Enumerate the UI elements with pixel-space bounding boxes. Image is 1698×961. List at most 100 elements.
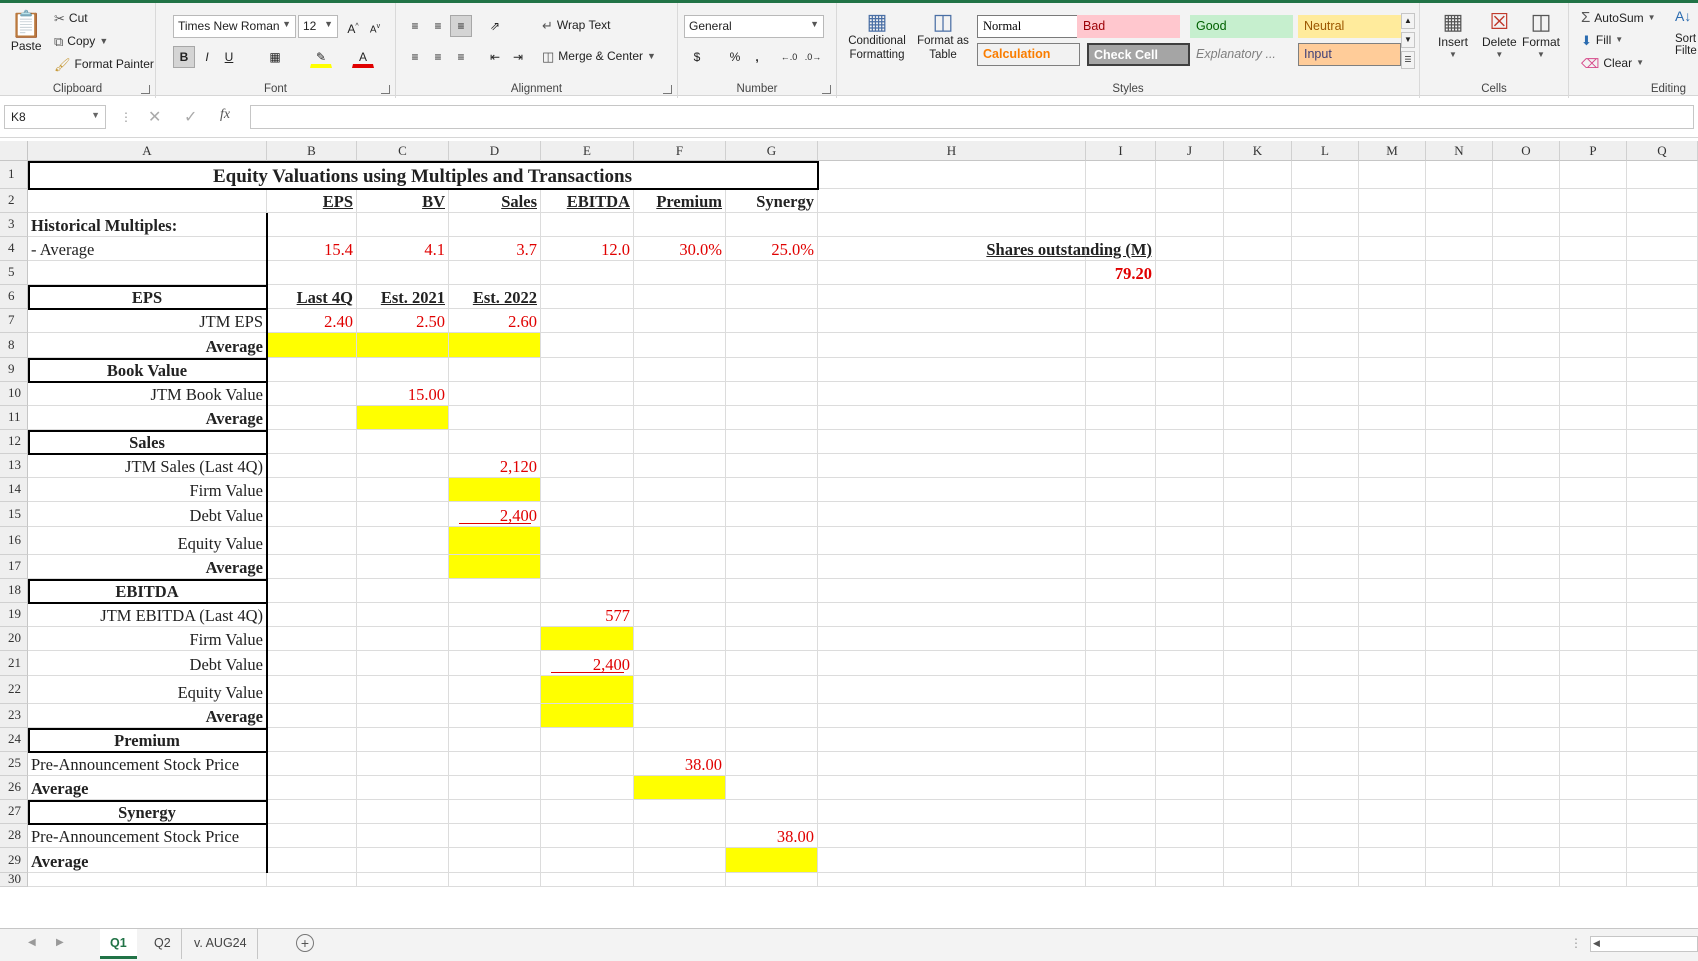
cell-o15[interactable]: [1493, 502, 1560, 527]
worksheet-grid[interactable]: ABCDEFGHIJKLMNOPQR 123456789101112131415…: [0, 138, 1698, 928]
cell-a8[interactable]: Average: [28, 333, 267, 358]
cell-a29[interactable]: Average: [28, 848, 267, 873]
cell-k17[interactable]: [1224, 555, 1292, 579]
cell-l9[interactable]: [1292, 358, 1359, 382]
cell-n4[interactable]: [1426, 237, 1493, 261]
align-center-icon[interactable]: ≡: [427, 46, 449, 68]
cell-a5[interactable]: [28, 261, 267, 285]
cell-g27[interactable]: [726, 800, 818, 824]
cell-n1[interactable]: [1426, 161, 1493, 189]
cell-c23[interactable]: [357, 704, 449, 728]
cell-l2[interactable]: [1292, 189, 1359, 213]
cell-b29[interactable]: [267, 848, 357, 873]
cell-j25[interactable]: [1156, 752, 1224, 776]
cell-l16[interactable]: [1292, 527, 1359, 555]
column-header-e[interactable]: E: [541, 141, 634, 161]
cell-n3[interactable]: [1426, 213, 1493, 237]
cell-g10[interactable]: [726, 382, 818, 406]
cell-j28[interactable]: [1156, 824, 1224, 848]
cell-c19[interactable]: [357, 603, 449, 627]
cell-d12[interactable]: [449, 430, 541, 454]
underline-button[interactable]: U: [218, 46, 240, 68]
cell-c29[interactable]: [357, 848, 449, 873]
name-box[interactable]: K8 ▼: [4, 105, 106, 129]
row-header-5[interactable]: 5: [0, 261, 28, 285]
cell-q14[interactable]: [1627, 478, 1698, 502]
cell-i13[interactable]: [1086, 454, 1156, 478]
cell-d13[interactable]: 2,120: [449, 454, 541, 478]
gallery-scroll-down-icon[interactable]: ▼: [1401, 32, 1415, 48]
row-header-14[interactable]: 14: [0, 478, 28, 502]
cell-p1[interactable]: [1560, 161, 1627, 189]
cell-g30[interactable]: [726, 873, 818, 887]
cell-d28[interactable]: [449, 824, 541, 848]
cell-f13[interactable]: [634, 454, 726, 478]
cell-e29[interactable]: [541, 848, 634, 873]
cell-g17[interactable]: [726, 555, 818, 579]
cell-p29[interactable]: [1560, 848, 1627, 873]
cell-b6[interactable]: Last 4Q: [267, 285, 357, 309]
cell-q18[interactable]: [1627, 579, 1698, 603]
cell-k29[interactable]: [1224, 848, 1292, 873]
cell-h9[interactable]: [818, 358, 1086, 382]
cell-q13[interactable]: [1627, 454, 1698, 478]
cell-h22[interactable]: [818, 676, 1086, 704]
number-launcher-icon[interactable]: [822, 85, 831, 94]
cell-q6[interactable]: [1627, 285, 1698, 309]
sheet-tab-q1[interactable]: Q1: [100, 929, 137, 959]
cell-k13[interactable]: [1224, 454, 1292, 478]
align-middle-icon[interactable]: ≡: [427, 15, 449, 37]
cell-l14[interactable]: [1292, 478, 1359, 502]
cell-j7[interactable]: [1156, 309, 1224, 333]
cell-n14[interactable]: [1426, 478, 1493, 502]
cell-b30[interactable]: [267, 873, 357, 887]
cell-f15[interactable]: [634, 502, 726, 527]
cell-k6[interactable]: [1224, 285, 1292, 309]
cell-e7[interactable]: [541, 309, 634, 333]
cell-c7[interactable]: 2.50: [357, 309, 449, 333]
cell-g6[interactable]: [726, 285, 818, 309]
cell-k11[interactable]: [1224, 406, 1292, 430]
cell-o2[interactable]: [1493, 189, 1560, 213]
cell-q21[interactable]: [1627, 651, 1698, 676]
currency-button[interactable]: $: [686, 46, 708, 68]
cell-j23[interactable]: [1156, 704, 1224, 728]
cell-k4[interactable]: [1224, 237, 1292, 261]
borders-icon[interactable]: ▦: [264, 46, 286, 68]
cell-b24[interactable]: [267, 728, 357, 752]
align-bottom-icon[interactable]: ≡: [450, 15, 472, 37]
increase-font-icon[interactable]: A^: [342, 16, 364, 38]
cell-j20[interactable]: [1156, 627, 1224, 651]
cell-i10[interactable]: [1086, 382, 1156, 406]
cell-f28[interactable]: [634, 824, 726, 848]
cell-g8[interactable]: [726, 333, 818, 358]
cell-j24[interactable]: [1156, 728, 1224, 752]
cell-q8[interactable]: [1627, 333, 1698, 358]
cell-n28[interactable]: [1426, 824, 1493, 848]
cell-p9[interactable]: [1560, 358, 1627, 382]
cell-p19[interactable]: [1560, 603, 1627, 627]
cell-c28[interactable]: [357, 824, 449, 848]
cell-e20[interactable]: [541, 627, 634, 651]
cell-e9[interactable]: [541, 358, 634, 382]
cell-b3[interactable]: [267, 213, 357, 237]
cell-a21[interactable]: Debt Value: [28, 651, 267, 676]
cell-o6[interactable]: [1493, 285, 1560, 309]
row-header-11[interactable]: 11: [0, 406, 28, 430]
cell-b18[interactable]: [267, 579, 357, 603]
row-header-13[interactable]: 13: [0, 454, 28, 478]
cell-i16[interactable]: [1086, 527, 1156, 555]
cell-a27[interactable]: Synergy: [28, 800, 267, 824]
cell-e4[interactable]: 12.0: [541, 237, 634, 261]
cell-j21[interactable]: [1156, 651, 1224, 676]
cell-j16[interactable]: [1156, 527, 1224, 555]
cell-f8[interactable]: [634, 333, 726, 358]
cell-h23[interactable]: [818, 704, 1086, 728]
cell-m25[interactable]: [1359, 752, 1426, 776]
cell-a18[interactable]: EBITDA: [28, 579, 267, 603]
cell-style-neutral[interactable]: Neutral: [1298, 15, 1401, 38]
cell-m3[interactable]: [1359, 213, 1426, 237]
cell-l1[interactable]: [1292, 161, 1359, 189]
cell-k12[interactable]: [1224, 430, 1292, 454]
cell-d5[interactable]: [449, 261, 541, 285]
